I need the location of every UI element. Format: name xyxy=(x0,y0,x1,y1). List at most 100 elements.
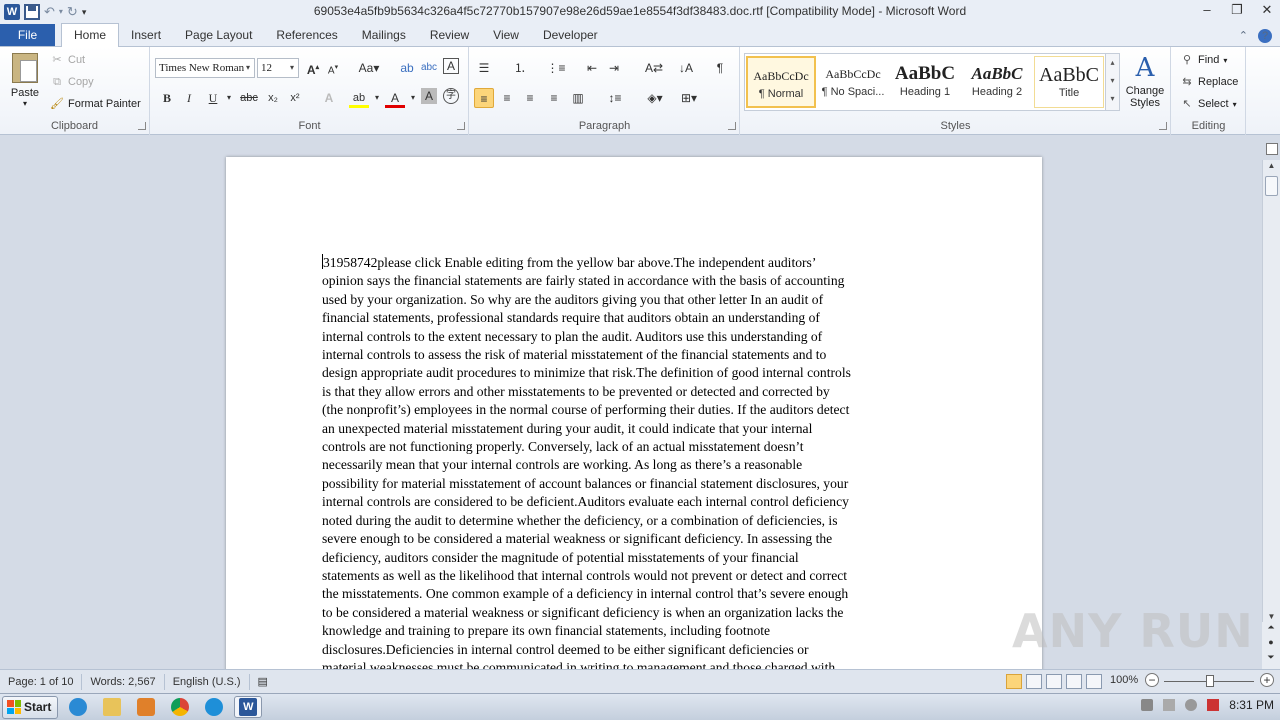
restore-button[interactable]: ❐ xyxy=(1230,2,1244,18)
highlight-icon[interactable]: ab xyxy=(349,88,369,108)
tab-home[interactable]: Home xyxy=(61,23,120,47)
justify-icon[interactable]: ≡ xyxy=(544,88,564,108)
distributed-icon[interactable]: ▥ xyxy=(568,88,588,108)
font-size-dropdown-icon[interactable]: ▾ xyxy=(286,59,298,77)
scroll-up-icon[interactable]: ▲ xyxy=(1263,161,1280,170)
taskbar-word[interactable]: W xyxy=(234,696,263,718)
tab-view[interactable]: View xyxy=(481,24,531,46)
scrollbar-thumb[interactable] xyxy=(1265,176,1278,196)
shrink-font-icon[interactable]: A▾ xyxy=(323,58,343,78)
style-heading-1[interactable]: AaBbC Heading 1 xyxy=(890,56,960,108)
zoom-level[interactable]: 100% xyxy=(1110,674,1138,686)
enclose-characters-icon[interactable]: 字 xyxy=(443,88,459,104)
style-heading-2[interactable]: AaBbC Heading 2 xyxy=(962,56,1032,108)
page-count[interactable]: Page: 1 of 10 xyxy=(0,673,83,690)
copy-button[interactable]: ⧉ Copy xyxy=(50,75,94,89)
center-icon[interactable]: ≡ xyxy=(497,88,517,108)
asian-layout-icon[interactable]: A⇄ xyxy=(640,58,668,78)
font-launcher-icon[interactable] xyxy=(457,122,465,130)
format-painter-button[interactable]: 🖌 Format Painter xyxy=(50,97,141,111)
gallery-down-icon[interactable]: ▾ xyxy=(1106,72,1119,90)
character-border-icon[interactable]: A xyxy=(443,58,459,74)
taskbar-edge[interactable] xyxy=(200,696,228,718)
select-browse-object-icon[interactable]: ● xyxy=(1262,637,1280,652)
sort-icon[interactable]: ↓A xyxy=(676,58,696,78)
highlight-dropdown-icon[interactable]: ▾ xyxy=(367,88,387,108)
borders-icon[interactable]: ⊞▾ xyxy=(676,88,702,108)
network-icon[interactable] xyxy=(1163,699,1176,711)
tab-insert[interactable]: Insert xyxy=(119,24,173,46)
underline-dropdown-icon[interactable]: ▾ xyxy=(219,88,239,108)
language-indicator[interactable]: English (U.S.) xyxy=(165,673,250,690)
subscript-icon[interactable]: x₂ xyxy=(263,88,283,108)
tab-references[interactable]: References xyxy=(264,24,349,46)
style-no-spacing[interactable]: AaBbCcDc ¶ No Spaci... xyxy=(818,56,888,108)
proofing-icon[interactable]: ▤ xyxy=(250,674,276,690)
tab-review[interactable]: Review xyxy=(418,24,481,46)
tab-mailings[interactable]: Mailings xyxy=(350,24,418,46)
decrease-indent-icon[interactable]: ⇤ xyxy=(582,58,602,78)
style-normal[interactable]: AaBbCcDc ¶ Normal xyxy=(746,56,816,108)
taskbar-ie[interactable] xyxy=(64,696,92,718)
gallery-up-icon[interactable]: ▴ xyxy=(1106,54,1119,72)
tray-app-icon[interactable] xyxy=(1141,699,1154,711)
undo-dropdown-icon[interactable]: ▾ xyxy=(59,4,63,20)
font-color-icon[interactable]: A xyxy=(385,88,405,108)
vertical-scrollbar[interactable]: ▲ ▼ xyxy=(1262,160,1280,622)
taskbar-explorer[interactable] xyxy=(98,696,126,718)
font-size-combo[interactable]: 12 ▾ xyxy=(257,58,299,78)
cut-button[interactable]: ✂ Cut xyxy=(50,53,85,67)
undo-icon[interactable]: ↶ xyxy=(44,4,55,20)
italic-icon[interactable]: I xyxy=(179,88,199,108)
clock[interactable]: 8:31 PM xyxy=(1229,698,1274,712)
view-ruler-icon[interactable] xyxy=(1266,143,1278,155)
styles-gallery-scroll[interactable]: ▴ ▾ ▾ xyxy=(1105,54,1119,110)
select-button[interactable]: ↖ Select ▾ xyxy=(1180,97,1236,111)
bullets-icon[interactable]: ☰ xyxy=(474,58,494,78)
tab-file[interactable]: File xyxy=(0,24,55,46)
action-center-icon[interactable] xyxy=(1207,699,1220,711)
print-layout-icon[interactable] xyxy=(1006,674,1022,689)
superscript-icon[interactable]: x² xyxy=(285,88,305,108)
word-count[interactable]: Words: 2,567 xyxy=(82,673,165,690)
line-spacing-icon[interactable]: ↕≡ xyxy=(602,88,628,108)
font-name-combo[interactable]: Times New Roman ▾ xyxy=(155,58,255,78)
show-formatting-marks-icon[interactable]: ¶ xyxy=(710,58,730,78)
close-button[interactable]: ✕ xyxy=(1260,2,1274,18)
change-case-icon[interactable]: Aa▾ xyxy=(355,58,383,78)
tab-page-layout[interactable]: Page Layout xyxy=(173,24,264,46)
align-left-icon[interactable]: ≡ xyxy=(474,88,494,108)
web-layout-icon[interactable] xyxy=(1046,674,1062,689)
font-name-dropdown-icon[interactable]: ▾ xyxy=(242,59,254,77)
clipboard-launcher-icon[interactable] xyxy=(138,122,146,130)
outline-icon[interactable] xyxy=(1066,674,1082,689)
volume-icon[interactable] xyxy=(1185,699,1198,711)
grow-font-icon[interactable]: A▴ xyxy=(303,58,323,78)
next-page-icon[interactable]: ⏷ xyxy=(1262,652,1280,667)
style-title[interactable]: AaBbC Title xyxy=(1034,56,1104,108)
numbering-icon[interactable]: ⒈ xyxy=(510,58,530,78)
customize-qat-icon[interactable]: ▾ xyxy=(82,4,87,20)
word-app-icon[interactable]: W xyxy=(4,4,20,20)
find-button[interactable]: ⚲ Find ▾ xyxy=(1180,53,1227,67)
font-color-dropdown-icon[interactable]: ▾ xyxy=(403,88,423,108)
minimize-button[interactable]: – xyxy=(1200,2,1214,18)
full-screen-reading-icon[interactable] xyxy=(1026,674,1042,689)
previous-page-icon[interactable]: ⏶ xyxy=(1262,622,1280,637)
character-shading-icon[interactable]: A xyxy=(421,88,437,104)
multilevel-list-icon[interactable]: ⋮≡ xyxy=(546,58,566,78)
taskbar-media-player[interactable] xyxy=(132,696,160,718)
paste-button[interactable]: Paste ▾ xyxy=(6,51,44,111)
shading-icon[interactable]: ◈▾ xyxy=(642,88,668,108)
increase-indent-icon[interactable]: ⇥ xyxy=(604,58,624,78)
start-button[interactable]: Start xyxy=(2,695,59,719)
gallery-more-icon[interactable]: ▾ xyxy=(1106,90,1119,108)
save-icon[interactable] xyxy=(24,4,40,20)
clear-formatting-icon[interactable]: ab xyxy=(397,58,417,78)
document-body[interactable]: 31958742please click Enable editing from… xyxy=(322,254,946,669)
zoom-in-icon[interactable]: + xyxy=(1260,673,1274,687)
tab-developer[interactable]: Developer xyxy=(531,24,610,46)
align-right-icon[interactable]: ≡ xyxy=(520,88,540,108)
document-page[interactable]: 31958742please click Enable editing from… xyxy=(226,157,1042,669)
scroll-down-icon[interactable]: ▼ xyxy=(1263,612,1280,621)
